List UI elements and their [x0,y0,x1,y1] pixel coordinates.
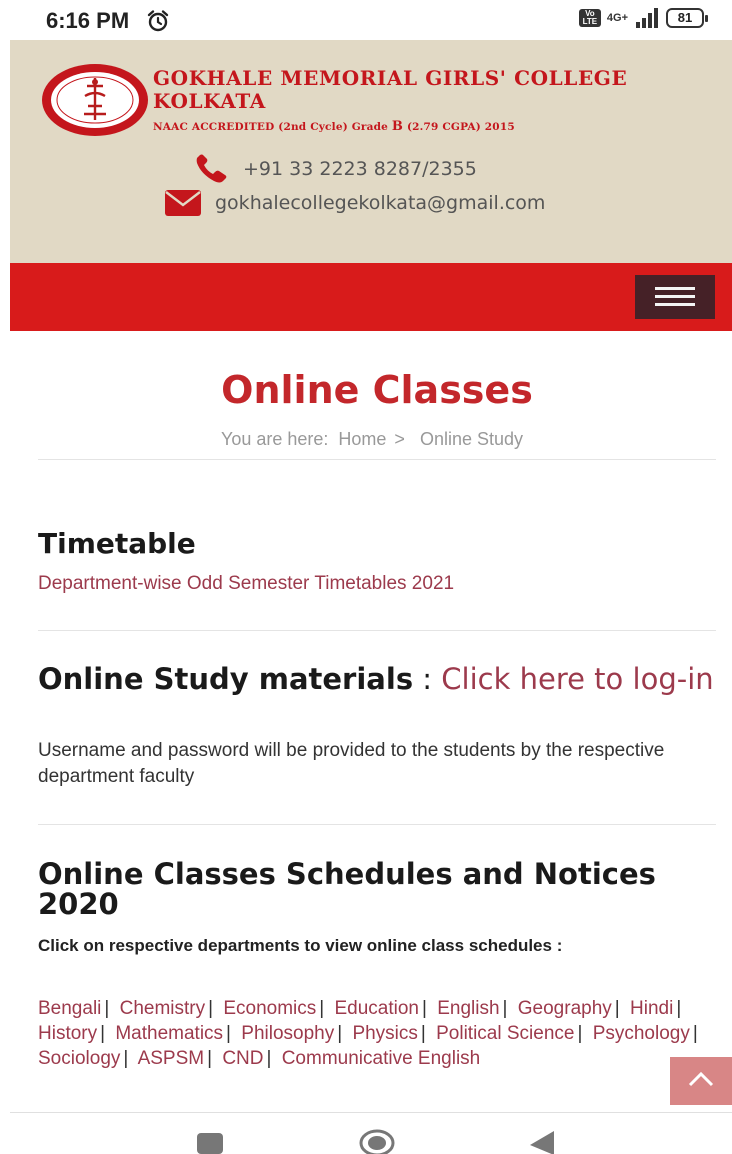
scroll-to-top-button[interactable] [670,1057,732,1105]
site-header: GOKHALE MEMORIAL GIRLS' COLLEGE KOLKATA … [10,40,732,263]
dept-link-english[interactable]: English [437,998,499,1019]
study-materials-title: Online Study materials [38,662,414,696]
phone-icon [196,154,227,183]
alarm-icon [147,10,169,32]
back-icon[interactable] [528,1131,556,1154]
battery-indicator: 81 [666,8,708,28]
dept-link-physics[interactable]: Physics [352,1023,417,1044]
divider [38,630,716,631]
hamburger-menu-icon [655,295,695,298]
hamburger-menu-icon [655,303,695,306]
contact-email[interactable]: gokhalecollegekolkata@gmail.com [165,190,545,216]
android-nav-bar [0,1113,732,1154]
schedules-heading: Online Classes Schedules and Notices 202… [38,857,656,921]
status-time: 6:16 PM [46,8,130,33]
study-materials-heading: Online Study materials : Click here to l… [38,664,728,695]
timetable-heading: Timetable [38,527,196,560]
hamburger-menu-icon [655,287,695,290]
chevron-up-icon [688,1071,714,1087]
signal-icon [636,8,658,28]
naac-suffix: (2.79 CGPA) 2015 [403,121,515,133]
status-indicators: Vo LTE 4G+ 81 [578,8,708,28]
dept-link-cnd[interactable]: CND [222,1048,263,1069]
dept-link-aspsm[interactable]: ASPSM [138,1048,205,1069]
divider [38,459,716,460]
college-name-line1: GOKHALE MEMORIAL GIRLS' COLLEGE [153,66,628,90]
study-materials-description: Username and password will be provided t… [38,740,665,787]
schedules-subheading: Click on respective departments to view … [38,936,563,955]
dept-link-geography[interactable]: Geography [518,998,612,1019]
breadcrumb: You are here: Home > Online Study [0,429,732,450]
dept-link-mathematics[interactable]: Mathematics [115,1023,223,1044]
department-list: Bengali | Chemistry | Economics | Education… [38,998,698,1069]
email-address: gokhalecollegekolkata@gmail.com [215,192,546,214]
recents-icon[interactable] [197,1133,223,1154]
college-logo[interactable] [40,62,150,138]
contact-phone[interactable]: +91 33 2223 8287/2355 [195,154,477,184]
status-bar: 6:16 PM Vo LTE 4G+ 81 [0,0,732,40]
dept-link-education[interactable]: Education [334,998,419,1019]
dept-link-bengali[interactable]: Bengali [38,998,101,1019]
login-link[interactable]: Click here to log-in [441,662,713,696]
naac-grade: B [391,119,404,134]
breadcrumb-prefix: You are here: [220,429,329,449]
phone-number: +91 33 2223 8287/2355 [243,158,477,180]
network-type: 4G+ [606,12,628,24]
dept-link-chemistry[interactable]: Chemistry [120,998,206,1019]
home-icon[interactable] [358,1127,396,1154]
nav-bar [10,263,732,331]
study-materials-colon: : [422,662,433,696]
dept-link-communicative-english[interactable]: Communicative English [282,1048,481,1069]
breadcrumb-current: Online Study [419,429,524,449]
naac-accreditation: NAAC ACCREDITED (2nd Cycle) Grade B (2.7… [153,119,515,134]
volte-badge: Vo LTE [578,9,601,27]
dept-link-hindi[interactable]: Hindi [630,998,673,1019]
timetable-link[interactable]: Department-wise Odd Semester Timetables … [38,573,454,595]
page-title: Online Classes [221,368,533,412]
dept-link-political-science[interactable]: Political Science [436,1023,574,1044]
college-name-line2: KOLKATA [153,89,266,113]
dept-link-economics[interactable]: Economics [223,998,316,1019]
naac-prefix: NAAC ACCREDITED (2nd Cycle) Grade [153,121,392,133]
breadcrumb-home-link[interactable]: Home [338,429,386,449]
college-name: GOKHALE MEMORIAL GIRLS' COLLEGE KOLKATA [153,67,627,113]
dept-link-psychology[interactable]: Psychology [593,1023,690,1044]
dept-link-sociology[interactable]: Sociology [38,1048,120,1069]
hamburger-menu-button[interactable] [635,275,715,319]
mail-icon [165,190,201,216]
dept-link-history[interactable]: History [38,1023,97,1044]
breadcrumb-separator: > [394,429,405,449]
dept-link-philosophy[interactable]: Philosophy [241,1023,334,1044]
divider [38,824,716,825]
